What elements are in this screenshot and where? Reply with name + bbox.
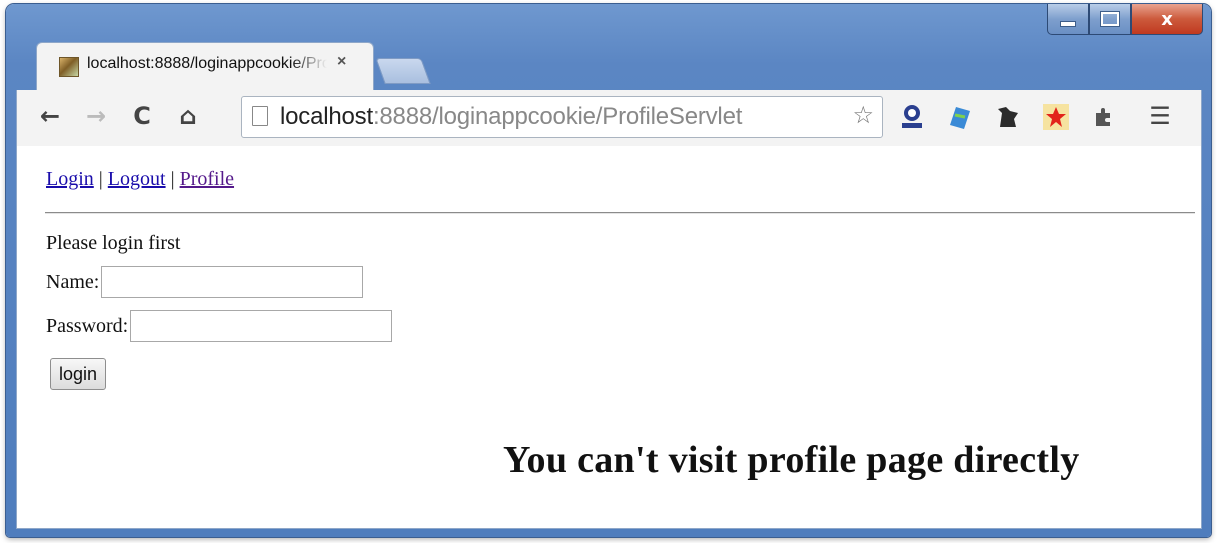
- logout-link[interactable]: Logout: [108, 168, 166, 190]
- name-label: Name:: [46, 270, 100, 293]
- minimize-button[interactable]: [1047, 4, 1089, 35]
- reload-icon[interactable]: C: [127, 100, 157, 132]
- page-content: Login | Logout | Profile Please login fi…: [16, 146, 1202, 529]
- extension-badge-svg: [902, 105, 922, 128]
- menu-icon[interactable]: ☰: [1145, 100, 1175, 132]
- url-text[interactable]: localhost:8888/loginappcookie/ProfileSer…: [280, 103, 742, 131]
- tab-title: localhost:8888/loginappcookie/ProfileSer…: [87, 55, 327, 72]
- page-icon: [252, 106, 268, 126]
- password-row: Password:: [46, 310, 393, 342]
- extension-star-icon[interactable]: [1041, 102, 1071, 132]
- login-button[interactable]: login: [50, 358, 107, 390]
- tab-close-button[interactable]: ×: [337, 53, 346, 71]
- url-host: localhost: [280, 103, 373, 130]
- extension-puzzle-icon[interactable]: [1089, 102, 1119, 132]
- extension-puzzle-svg: [1096, 108, 1110, 126]
- extension-shape-icon[interactable]: [993, 102, 1023, 132]
- forward-arrow-icon[interactable]: →: [81, 100, 111, 132]
- back-arrow-icon[interactable]: ←: [35, 100, 65, 132]
- bookmark-star-icon[interactable]: ☆: [852, 101, 874, 129]
- nav-separator: |: [93, 168, 108, 190]
- login-link[interactable]: Login: [46, 168, 94, 190]
- profile-link[interactable]: Profile: [180, 168, 234, 190]
- new-tab-button[interactable]: [375, 58, 431, 84]
- caption-text: You can't visit profile page directly: [503, 439, 1080, 481]
- nav-separator: |: [165, 168, 180, 190]
- address-bar[interactable]: localhost:8888/loginappcookie/ProfileSer…: [241, 96, 883, 138]
- minimize-icon: [1060, 21, 1076, 27]
- divider: [45, 212, 1195, 214]
- name-row: Name:: [46, 266, 364, 298]
- maximize-button[interactable]: [1089, 4, 1131, 35]
- extension-map-svg: [950, 107, 970, 129]
- tab-strip: localhost:8888/loginappcookie/ProfileSer…: [6, 4, 1211, 91]
- url-path: :8888/loginappcookie/ProfileServlet: [372, 103, 743, 130]
- browser-toolbar: ← → C ⌂ localhost:8888/loginappcookie/Pr…: [16, 90, 1202, 146]
- nav-links: Login | Logout | Profile: [46, 168, 234, 191]
- window-controls: x: [1047, 4, 1203, 35]
- extension-map-icon[interactable]: [945, 102, 975, 132]
- name-input[interactable]: [101, 266, 364, 298]
- login-message: Please login first: [46, 232, 181, 254]
- password-input[interactable]: [130, 310, 393, 342]
- close-window-button[interactable]: x: [1131, 4, 1203, 35]
- maximize-icon: [1100, 11, 1120, 27]
- browser-window: localhost:8888/loginappcookie/ProfileSer…: [6, 4, 1211, 537]
- extension-star-svg: [1043, 104, 1069, 130]
- active-tab[interactable]: localhost:8888/loginappcookie/ProfileSer…: [36, 42, 374, 91]
- page-favicon-icon: [59, 57, 79, 77]
- extension-shape-svg: [998, 107, 1018, 127]
- extension-badge-icon[interactable]: [897, 102, 927, 132]
- password-label: Password:: [46, 314, 129, 337]
- home-icon[interactable]: ⌂: [173, 100, 203, 132]
